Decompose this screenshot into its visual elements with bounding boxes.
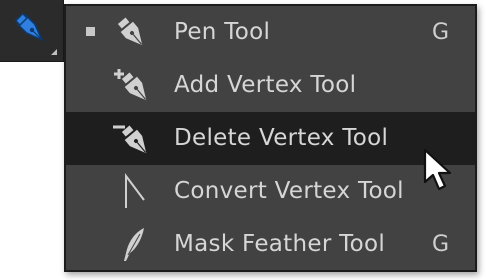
menu-item-label: Mask Feather Tool (174, 231, 386, 257)
menu-item-delete-vertex-tool[interactable]: Delete Vertex Tool (66, 112, 475, 165)
convert-vertex-icon (125, 173, 145, 208)
flyout-indicator (51, 49, 57, 55)
mask-feather-icon (124, 228, 144, 261)
pen-icon (14, 12, 44, 42)
mouse-cursor-icon (423, 148, 452, 191)
add-vertex-icon (114, 69, 147, 101)
menu-item-mask-feather-tool[interactable]: Mask Feather Tool G (66, 218, 475, 271)
menu-item-add-vertex-tool[interactable]: Add Vertex Tool (66, 59, 475, 112)
selected-bullet (86, 27, 95, 36)
menu-item-label: Add Vertex Tool (174, 72, 357, 98)
pen-tool-flyout-menu: Pen Tool G Add Vertex Tool Delete Vertex… (64, 4, 477, 272)
stage: Pen Tool G Add Vertex Tool Delete Vertex… (0, 0, 486, 280)
pen-tool-button[interactable] (0, 0, 64, 62)
menu-item-label: Delete Vertex Tool (174, 125, 389, 151)
menu-item-label: Pen Tool (174, 19, 271, 45)
menu-item-convert-vertex-tool[interactable]: Convert Vertex Tool (66, 165, 475, 218)
menu-item-shortcut: G (431, 20, 449, 45)
delete-vertex-icon (113, 125, 147, 154)
menu-item-label: Convert Vertex Tool (174, 178, 404, 204)
pen-icon (117, 17, 143, 46)
menu-item-pen-tool[interactable]: Pen Tool G (66, 6, 475, 59)
menu-item-shortcut: G (431, 232, 449, 257)
